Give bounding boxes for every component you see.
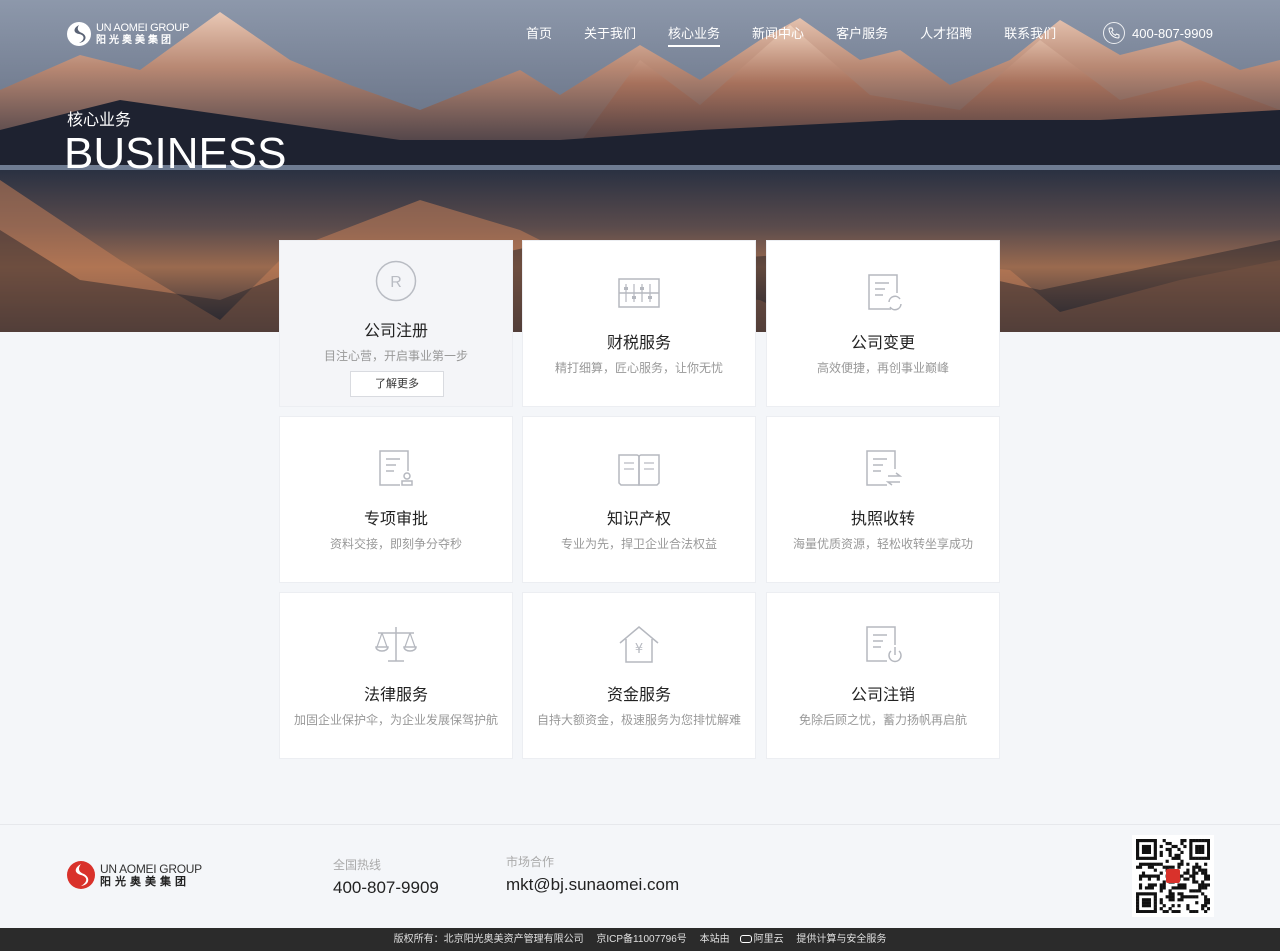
service-card-company-change[interactable]: 公司变更 高效便捷，再创事业巅峰	[766, 240, 1000, 407]
document-refresh-icon	[868, 274, 902, 311]
nav-contact[interactable]: 联系我们	[988, 25, 1072, 47]
header-logo[interactable]: UN AOMEI GROUP 阳光奥美集团	[66, 20, 190, 48]
service-title: 公司注册	[363, 323, 428, 340]
icp-number[interactable]: 京ICP备11007796号	[596, 934, 686, 945]
service-desc: 资料交接，即刻争分夺秒	[329, 537, 462, 551]
svg-text:¥: ¥	[635, 642, 643, 657]
service-card-company-deregistration[interactable]: 公司注销 免除后顾之忧，蓄力扬帆再启航	[766, 592, 1000, 759]
service-title: 执照收转	[850, 511, 915, 528]
document-transfer-icon	[866, 450, 903, 486]
footer-logo-chinese: 阳光奥美集团	[100, 875, 190, 888]
service-title: 法律服务	[363, 687, 428, 704]
scales-icon	[375, 627, 417, 662]
hero-title: BUSINESS	[64, 129, 287, 178]
document-stamp-icon	[379, 450, 413, 486]
learn-more-button[interactable]: 了解更多	[350, 371, 444, 397]
service-title: 公司变更	[850, 335, 915, 352]
qr-code-image	[1136, 839, 1211, 914]
footer: UN AOMEI GROUP 阳光奥美集团 全国热线 400-807-9909 …	[0, 824, 1280, 928]
hotline-number[interactable]: 400-807-9909	[333, 878, 439, 898]
service-title: 知识产权	[606, 511, 671, 528]
service-desc: 专业为先，捍卫企业合法权益	[560, 537, 717, 551]
nav-customer-service[interactable]: 客户服务	[820, 25, 904, 47]
document-power-icon	[866, 626, 902, 663]
service-desc: 加固企业保护伞，为企业发展保驾护航	[293, 713, 498, 727]
host-suffix: 提供计算与安全服务	[796, 934, 887, 945]
nav-news[interactable]: 新闻中心	[736, 25, 820, 47]
market-block: 市场合作 mkt@bj.sunaomei.com	[506, 853, 679, 895]
house-yen-icon: ¥	[619, 626, 659, 663]
svg-text:R: R	[390, 274, 402, 291]
phone-icon	[1103, 22, 1125, 44]
service-desc: 高效便捷，再创事业巅峰	[816, 361, 949, 375]
logo-mark-icon	[67, 861, 95, 889]
copyright-bar: 版权所有：北京阳光奥美资产管理有限公司 京ICP备11007796号 本站由 阿里…	[0, 928, 1280, 951]
service-card-special-approval[interactable]: 专项审批 资料交接，即刻争分夺秒	[279, 416, 513, 583]
main-nav: 首页 关于我们 核心业务 新闻中心 客户服务 人才招聘 联系我们	[510, 25, 1072, 47]
service-desc: 自持大额资金，极速服务为您排忧解难	[536, 713, 741, 727]
nav-business[interactable]: 核心业务	[652, 25, 736, 47]
service-title: 财税服务	[606, 335, 671, 352]
market-email[interactable]: mkt@bj.sunaomei.com	[506, 875, 679, 895]
copyright-text: 版权所有：北京阳光奥美资产管理有限公司	[393, 934, 584, 945]
abacus-icon	[618, 278, 660, 308]
service-card-license-transfer[interactable]: 执照收转 海量优质资源，轻松收转坐享成功	[766, 416, 1000, 583]
qr-code	[1132, 835, 1214, 917]
service-desc: 海量优质资源，轻松收转坐享成功	[792, 537, 973, 551]
host-name: 阿里云	[753, 934, 784, 945]
footer-logo-english: UN AOMEI GROUP	[100, 861, 202, 876]
nav-about[interactable]: 关于我们	[568, 25, 652, 47]
aliyun-icon	[739, 935, 752, 944]
service-card-capital[interactable]: ¥ 资金服务 自持大额资金，极速服务为您排忧解难	[522, 592, 756, 759]
open-book-icon	[618, 454, 660, 486]
service-card-legal[interactable]: 法律服务 加固企业保护伞，为企业发展保驾护航	[279, 592, 513, 759]
service-card-finance-tax[interactable]: 财税服务 精打细算，匠心服务，让你无忧	[522, 240, 756, 407]
service-title: 资金服务	[606, 687, 671, 704]
registered-icon: R	[375, 260, 417, 302]
service-title: 专项审批	[363, 511, 428, 528]
nav-careers[interactable]: 人才招聘	[904, 25, 988, 47]
hero-subtitle: 核心业务	[67, 112, 132, 129]
logo-chinese: 阳光奥美集团	[96, 34, 174, 46]
service-desc: 免除后顾之忧，蓄力扬帆再启航	[798, 713, 967, 727]
service-title: 公司注销	[850, 687, 915, 704]
logo-mark-icon	[67, 22, 91, 46]
market-label: 市场合作	[506, 855, 555, 869]
service-card-company-registration[interactable]: R 公司注册 目注心营，开启事业第一步 了解更多	[279, 240, 513, 407]
hotline-block: 全国热线 400-807-9909	[333, 856, 439, 898]
hotline-label: 全国热线	[333, 858, 382, 872]
service-desc: 精打细算，匠心服务，让你无忧	[554, 361, 723, 375]
host-prefix: 本站由	[699, 934, 730, 945]
header-phone[interactable]: 400-807-9909	[1103, 22, 1213, 44]
footer-logo[interactable]: UN AOMEI GROUP 阳光奥美集团	[66, 860, 202, 890]
service-card-intellectual-property[interactable]: 知识产权 专业为先，捍卫企业合法权益	[522, 416, 756, 583]
service-desc: 目注心营，开启事业第一步	[323, 349, 468, 363]
header-phone-number: 400-807-9909	[1132, 25, 1213, 41]
nav-home[interactable]: 首页	[510, 25, 568, 47]
logo-english: UN AOMEI GROUP	[96, 21, 189, 34]
